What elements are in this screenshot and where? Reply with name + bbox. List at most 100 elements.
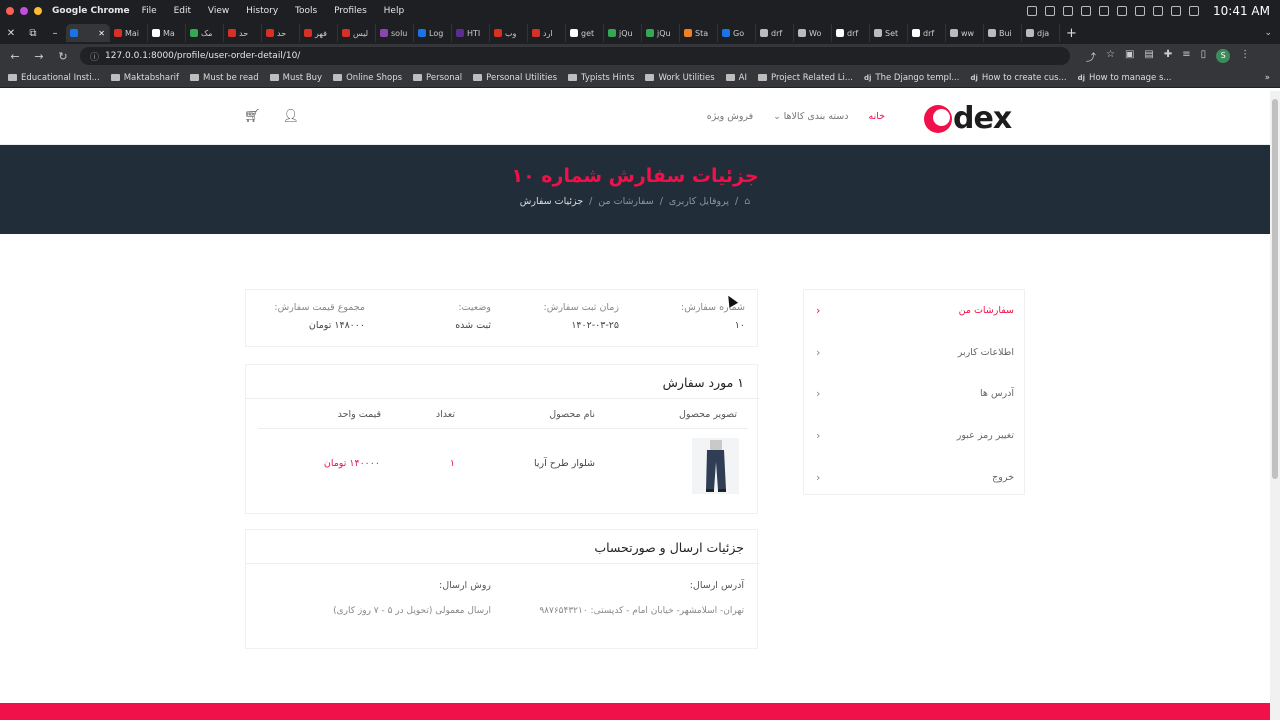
browser-tab[interactable]: Sta xyxy=(680,24,718,42)
translate-icon[interactable]: ▣ xyxy=(1125,49,1134,64)
page-scrollbar[interactable] xyxy=(1270,91,1280,720)
bookmark-item[interactable]: dj The Django templ... xyxy=(864,73,959,83)
forward-icon[interactable]: → xyxy=(32,50,46,63)
menu-profiles[interactable]: Profiles xyxy=(334,6,367,16)
restore-icon[interactable]: ⧉ xyxy=(22,28,44,39)
mic-icon[interactable] xyxy=(1027,6,1038,16)
browser-tab[interactable]: jQu xyxy=(604,24,642,42)
bookmark-item[interactable]: Educational Insti... xyxy=(8,73,100,83)
screen-icon[interactable] xyxy=(1045,6,1056,16)
minimize-icon[interactable]: – xyxy=(44,28,66,39)
battery-icon[interactable] xyxy=(1135,6,1146,16)
bookmark-item[interactable]: Maktabsharif xyxy=(110,73,179,83)
browser-tab[interactable]: حد xyxy=(262,24,300,42)
url-text[interactable]: 127.0.0.1:8000/profile/user-order-detail… xyxy=(105,51,300,61)
product-image[interactable] xyxy=(692,438,739,494)
browser-tab[interactable]: drf xyxy=(908,24,946,42)
tab-close-icon[interactable]: ✕ xyxy=(98,29,105,38)
browser-tab[interactable]: فهر xyxy=(300,24,338,42)
bookmark-item[interactable]: dj How to manage s... xyxy=(1078,73,1172,83)
browser-tab[interactable]: ✕ xyxy=(66,24,110,42)
app-tray-icon[interactable] xyxy=(1063,6,1074,16)
browser-tab[interactable]: Set xyxy=(870,24,908,42)
info-icon[interactable]: ⓘ xyxy=(90,50,99,63)
browser-tab[interactable]: drf xyxy=(756,24,794,42)
sidebar-item-user-info[interactable]: اطلاعات کاربر ‹ xyxy=(804,332,1024,374)
scrollbar-thumb[interactable] xyxy=(1272,99,1278,479)
browser-tab[interactable]: dja xyxy=(1022,24,1060,42)
bookmark-item[interactable]: dj How to create cus... xyxy=(970,73,1066,83)
bookmark-item[interactable]: Must Buy xyxy=(269,73,322,83)
menu-history[interactable]: History xyxy=(246,6,278,16)
browser-tab[interactable]: ww xyxy=(946,24,984,42)
bookmark-item[interactable]: Must be read xyxy=(190,73,259,83)
play-icon[interactable] xyxy=(1099,6,1110,16)
site-logo[interactable]: dex xyxy=(924,101,1012,136)
menu-help[interactable]: Help xyxy=(384,6,405,16)
sidepanel-icon[interactable]: ▯ xyxy=(1201,49,1207,64)
browser-tab[interactable]: Mai xyxy=(110,24,148,42)
volume-icon[interactable] xyxy=(1117,6,1128,16)
clipboard-icon[interactable] xyxy=(1081,6,1092,16)
sidebar-item-addresses[interactable]: آدرس ها ‹ xyxy=(804,373,1024,415)
nav-home[interactable]: خانه xyxy=(868,111,885,122)
close-window-button[interactable] xyxy=(6,7,14,15)
browser-tab[interactable]: ارد xyxy=(528,24,566,42)
kebab-menu-icon[interactable]: ⋮ xyxy=(1240,49,1250,64)
browser-tab[interactable]: solu xyxy=(376,24,414,42)
bell-icon[interactable] xyxy=(1189,6,1200,16)
browser-tab[interactable]: HTI xyxy=(452,24,490,42)
address-bar[interactable]: ⓘ 127.0.0.1:8000/profile/user-order-deta… xyxy=(80,47,1070,65)
profile-avatar[interactable]: S xyxy=(1216,48,1231,63)
keyboard-icon[interactable] xyxy=(1153,6,1164,16)
browser-tab[interactable]: drf xyxy=(832,24,870,42)
menu-tools[interactable]: Tools xyxy=(295,6,317,16)
share-icon[interactable]: ⤴ xyxy=(1086,49,1096,64)
back-icon[interactable]: ← xyxy=(8,50,22,63)
bookmark-item[interactable]: AI xyxy=(725,73,747,83)
sidebar-item-my-orders[interactable]: سفارشات من ‹ xyxy=(804,290,1024,332)
sidebar-item-change-password[interactable]: تغییر رمز عبور ‹ xyxy=(804,415,1024,457)
bookmark-item[interactable]: Project Related Li... xyxy=(758,73,853,83)
star-icon[interactable]: ☆ xyxy=(1106,49,1115,64)
browser-tab[interactable]: Wo xyxy=(794,24,832,42)
home-icon[interactable]: ⌂ xyxy=(744,196,750,207)
cart-icon[interactable]: 🛒︎ xyxy=(244,109,261,124)
close-icon[interactable]: ✕ xyxy=(0,28,22,39)
breadcrumb-profile[interactable]: پروفایل کاربری xyxy=(669,196,729,207)
sidebar-item-logout[interactable]: خروج ‹ xyxy=(804,456,1024,498)
wifi-icon[interactable] xyxy=(1171,6,1182,16)
breadcrumb-orders[interactable]: سفارشات من xyxy=(598,196,653,207)
browser-tab[interactable]: Ma xyxy=(148,24,186,42)
bookmark-item[interactable]: Work Utilities xyxy=(645,73,715,83)
new-tab-icon[interactable]: + xyxy=(1066,26,1077,41)
browser-tab[interactable]: مک xyxy=(186,24,224,42)
extension-icon[interactable]: ▤ xyxy=(1144,49,1153,64)
nav-categories[interactable]: دسته بندی کالاها xyxy=(773,111,849,122)
browser-tab[interactable]: get xyxy=(566,24,604,42)
more-bookmarks-icon[interactable]: » xyxy=(1265,73,1270,83)
menu-edit[interactable]: Edit xyxy=(174,6,191,16)
browser-tab[interactable]: jQu xyxy=(642,24,680,42)
menu-view[interactable]: View xyxy=(208,6,229,16)
puzzle-icon[interactable]: ✚ xyxy=(1164,49,1172,64)
playlist-icon[interactable]: ≡ xyxy=(1182,49,1190,64)
bookmark-item[interactable]: Personal Utilities xyxy=(473,73,557,83)
browser-tab[interactable]: Go xyxy=(718,24,756,42)
browser-tab[interactable]: حد xyxy=(224,24,262,42)
bookmark-item[interactable]: Online Shops xyxy=(333,73,402,83)
minimize-window-button[interactable] xyxy=(20,7,28,15)
product-name[interactable]: شلوار طرح آریا xyxy=(534,458,595,469)
browser-tab[interactable]: لیس xyxy=(338,24,376,42)
browser-tab[interactable]: وب xyxy=(490,24,528,42)
tab-search-icon[interactable]: ⌄ xyxy=(1264,28,1272,38)
reload-icon[interactable]: ↻ xyxy=(56,50,70,63)
zoom-window-button[interactable] xyxy=(34,7,42,15)
bookmark-item[interactable]: Personal xyxy=(413,73,462,83)
nav-special-sale[interactable]: فروش ویژه xyxy=(707,111,753,122)
browser-tab[interactable]: Log xyxy=(414,24,452,42)
browser-tab[interactable]: Bui xyxy=(984,24,1022,42)
user-icon[interactable]: 👤︎ xyxy=(283,109,300,124)
menu-file[interactable]: File xyxy=(142,6,157,16)
bookmark-item[interactable]: Typists Hints xyxy=(568,73,634,83)
